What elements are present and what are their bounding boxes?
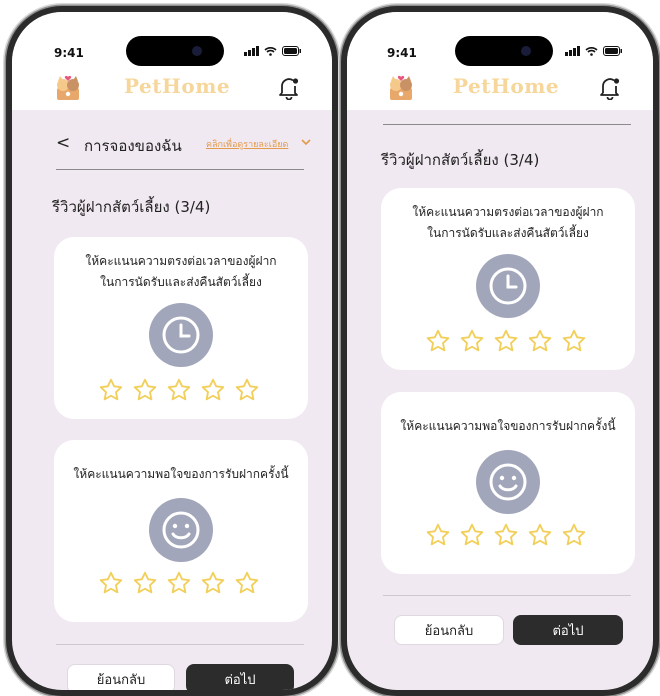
brand-name: PetHome — [453, 74, 560, 98]
phone-frame-2: 9:41 PetHome รีวิวผู้ฝากสัตว์เลี้ยง (3/4… — [341, 6, 659, 696]
battery-icon — [603, 46, 622, 56]
star-5[interactable] — [561, 522, 587, 548]
star-rating[interactable] — [98, 570, 260, 596]
chevron-down-icon[interactable] — [301, 138, 311, 146]
question-line-1: ให้คะแนนความตรงต่อเวลาของผู้ฝาก — [85, 254, 277, 268]
header-divider — [383, 124, 631, 125]
header-divider — [56, 169, 304, 170]
details-link[interactable]: คลิกเพื่อดูรายละเอียด — [206, 137, 288, 151]
star-1[interactable] — [98, 377, 124, 403]
next-button[interactable]: ต่อไป — [513, 615, 623, 645]
star-1[interactable] — [98, 570, 124, 596]
screen-2: 9:41 PetHome รีวิวผู้ฝากสัตว์เลี้ยง (3/4… — [347, 12, 653, 690]
rating-card-punctuality: ให้คะแนนความตรงต่อเวลาของผู้ฝาก ในการนัด… — [381, 188, 635, 370]
wifi-icon — [264, 47, 277, 56]
star-2[interactable] — [459, 522, 485, 548]
star-4[interactable] — [527, 328, 553, 354]
page-title: การจองของฉัน — [84, 137, 182, 155]
notification-bell-icon[interactable] — [599, 76, 621, 100]
star-4[interactable] — [527, 522, 553, 548]
section-title: รีวิวผู้ฝากสัตว์เลี้ยง (3/4) — [381, 151, 540, 169]
dynamic-island — [126, 36, 224, 66]
dynamic-island — [455, 36, 553, 66]
star-2[interactable] — [132, 377, 158, 403]
clock-icon — [476, 254, 540, 318]
question-line-1: ให้คะแนนความตรงต่อเวลาของผู้ฝาก — [412, 205, 604, 219]
star-5[interactable] — [561, 328, 587, 354]
rating-card-punctuality: ให้คะแนนความตรงต่อเวลาของผู้ฝาก ในการนัด… — [54, 237, 308, 419]
clock-icon — [149, 303, 213, 367]
star-5[interactable] — [234, 570, 260, 596]
app-header: 9:41 PetHome — [347, 12, 653, 110]
footer-divider — [383, 595, 631, 596]
rating-card-satisfaction: ให้คะแนนความพอใจของการรับฝากครั้งนี้ — [381, 392, 635, 574]
pethome-logo-icon — [54, 74, 82, 102]
star-2[interactable] — [132, 570, 158, 596]
star-rating[interactable] — [425, 522, 587, 548]
rating-card-satisfaction: ให้คะแนนความพอใจของการรับฝากครั้งนี้ — [54, 440, 308, 622]
app-header: 9:41 PetHome — [12, 12, 332, 110]
star-1[interactable] — [425, 522, 451, 548]
question-line-2: ในการนัดรับและส่งคืนสัตว์เลี้ยง — [100, 275, 262, 289]
question-line-1: ให้คะแนนความพอใจของการรับฝากครั้งนี้ — [73, 467, 289, 481]
status-time: 9:41 — [54, 46, 84, 60]
smiley-icon — [149, 498, 213, 562]
star-2[interactable] — [459, 328, 485, 354]
back-chevron-icon[interactable]: < — [56, 133, 70, 153]
brand-name: PetHome — [124, 74, 231, 98]
star-3[interactable] — [493, 328, 519, 354]
star-3[interactable] — [493, 522, 519, 548]
signal-icon — [565, 46, 580, 56]
pethome-logo-icon — [387, 74, 415, 102]
question-line-1: ให้คะแนนความพอใจของการรับฝากครั้งนี้ — [400, 419, 616, 433]
signal-icon — [244, 46, 259, 56]
section-title: รีวิวผู้ฝากสัตว์เลี้ยง (3/4) — [52, 198, 211, 216]
smiley-icon — [476, 450, 540, 514]
back-button[interactable]: ย้อนกลับ — [394, 615, 504, 645]
star-4[interactable] — [200, 570, 226, 596]
next-button[interactable]: ต่อไป — [186, 664, 294, 690]
phone-frame-1: 9:41 PetHome < การจองของฉัน คลิกเพื่อดูร… — [6, 6, 338, 696]
star-5[interactable] — [234, 377, 260, 403]
notification-bell-icon[interactable] — [278, 76, 300, 100]
status-time: 9:41 — [387, 46, 417, 60]
footer-divider — [56, 644, 304, 645]
wifi-icon — [585, 47, 598, 56]
battery-icon — [282, 46, 301, 56]
star-rating[interactable] — [425, 328, 587, 354]
star-3[interactable] — [166, 570, 192, 596]
status-icons — [565, 46, 623, 56]
star-rating[interactable] — [98, 377, 260, 403]
back-button[interactable]: ย้อนกลับ — [67, 664, 175, 690]
star-1[interactable] — [425, 328, 451, 354]
screen-1: 9:41 PetHome < การจองของฉัน คลิกเพื่อดูร… — [12, 12, 332, 690]
question-line-2: ในการนัดรับและส่งคืนสัตว์เลี้ยง — [427, 226, 589, 240]
status-icons — [244, 46, 302, 56]
star-3[interactable] — [166, 377, 192, 403]
star-4[interactable] — [200, 377, 226, 403]
